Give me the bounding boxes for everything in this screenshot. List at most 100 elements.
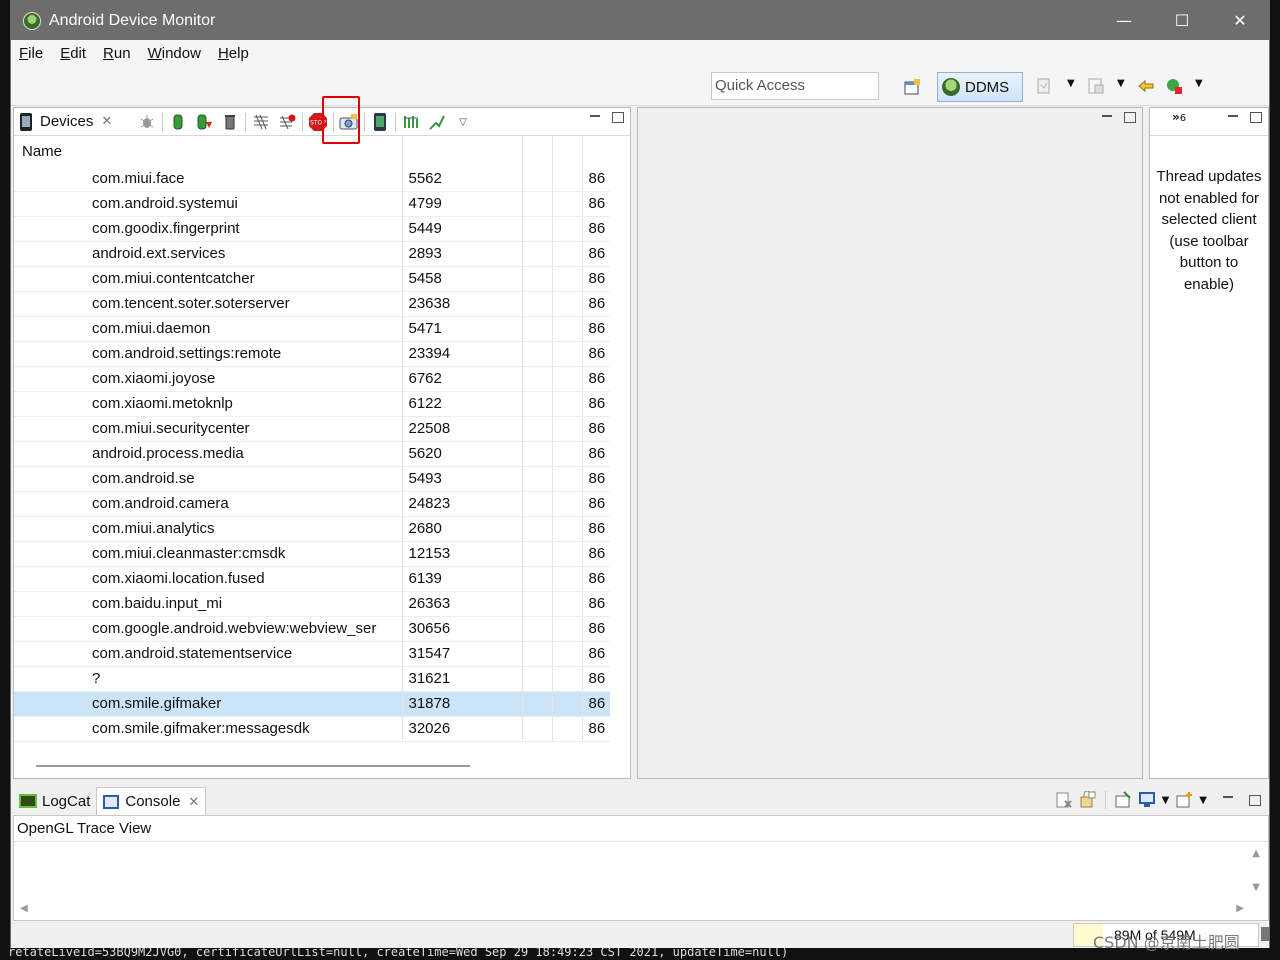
minimize-panel-icon[interactable] [588,112,602,126]
table-row[interactable]: com.miui.cleanmaster:cmsdk 12153 86 [14,541,610,567]
ddms-perspective-button[interactable]: DDMS [937,72,1023,102]
process-port: 86 [582,491,610,517]
process-port: 86 [582,416,610,442]
scroll-right-arrow[interactable]: ▶ [1236,903,1244,914]
table-row[interactable]: com.baidu.input_mi 26363 86 [14,591,610,617]
empty-cell [552,291,583,317]
table-row[interactable]: com.android.camera 24823 86 [14,491,610,517]
empty-cell [552,516,583,542]
column-header-port[interactable] [582,136,610,166]
opengl-trace-icon[interactable] [424,110,450,134]
open-console-icon[interactable] [1175,791,1193,809]
column-header-4[interactable] [552,136,583,166]
menu-file[interactable]: File [19,45,43,62]
table-row[interactable]: com.tencent.soter.soterserver 23638 86 [14,291,610,317]
maximize-detail-icon[interactable] [1124,112,1136,123]
table-row[interactable]: com.miui.contentcatcher 5458 86 [14,266,610,292]
thread-updates-message: Thread updates not enabled for selected … [1156,168,1262,293]
open-perspective-icon[interactable] [903,78,921,96]
display-console-dropdown[interactable]: ▼ [1162,795,1170,806]
open-console-dropdown[interactable]: ▼ [1199,795,1207,806]
cause-gc-icon[interactable] [217,110,243,134]
process-pid: 23394 [402,341,523,367]
table-row[interactable]: com.miui.daemon 5471 86 [14,316,610,342]
dropdown-arrow-1[interactable]: ▼ [1067,78,1075,89]
screen-capture-icon[interactable] [1035,77,1053,95]
process-name: com.xiaomi.location.fused [14,566,403,592]
table-row[interactable]: android.ext.services 2893 86 [14,241,610,267]
table-row[interactable]: com.miui.securitycenter 22508 86 [14,416,610,442]
menu-edit[interactable]: Edit [60,45,86,62]
empty-cell [522,541,553,567]
menu-run[interactable]: Run [103,45,131,62]
table-row[interactable]: ? 31621 86 [14,666,610,692]
table-row[interactable]: com.google.android.webview:webview_ser 30… [14,616,610,642]
minimize-console-icon[interactable] [1221,793,1235,807]
maximize-threads-icon[interactable] [1250,112,1262,123]
scroll-up-arrow[interactable]: ▲ [1252,848,1260,859]
title-bar[interactable]: Android Device Monitor — ☐ ✕ [11,1,1269,40]
dropdown-arrow-3[interactable]: ▼ [1195,78,1203,89]
dump-view-icon[interactable] [1087,77,1105,95]
dump-view-hierarchy-icon[interactable] [367,110,393,134]
menu-help-mnemonic: H [217,44,229,62]
scroll-lock-icon[interactable] [1079,791,1097,809]
minimize-button[interactable]: — [1095,1,1153,40]
close-window-button[interactable]: ✕ [1211,1,1269,40]
column-header-name[interactable]: Name [14,136,403,166]
table-row[interactable]: com.xiaomi.metoknlp 6122 86 [14,391,610,417]
empty-cell [552,216,583,242]
scroll-left-arrow[interactable]: ◀ [20,903,28,914]
menu-run-mnemonic: R [103,44,114,62]
table-row[interactable]: com.smile.gifmaker:messagesdk 32026 86 [14,716,610,742]
maximize-button[interactable]: ☐ [1153,1,1211,40]
back-arrow-icon[interactable] [1137,77,1155,95]
scroll-down-arrow[interactable]: ▼ [1252,882,1260,893]
devices-tab[interactable]: Devices ✕ [14,108,112,136]
table-row[interactable]: com.xiaomi.joyose 6762 86 [14,366,610,392]
table-row[interactable]: com.xiaomi.location.fused 6139 86 [14,566,610,592]
process-name: com.android.statementservice [14,641,403,667]
maximize-panel-icon[interactable] [612,112,624,123]
table-row[interactable]: com.android.se 5493 86 [14,466,610,492]
view-menu-icon[interactable]: ▽ [450,110,476,134]
menu-window[interactable]: Window [148,45,201,62]
update-threads-icon[interactable] [248,110,274,134]
table-row[interactable]: android.process.media 5620 86 [14,441,610,467]
debug-process-icon[interactable] [134,110,160,134]
maximize-console-icon[interactable] [1249,794,1261,806]
more-tabs-button[interactable]: »6 [1172,110,1186,124]
menu-help[interactable]: Help [218,45,249,62]
table-row[interactable]: com.smile.gifmaker 31878 86 [14,691,610,717]
table-row[interactable]: com.android.systemui 4799 86 [14,191,610,217]
run-debug-icon[interactable] [1165,77,1183,95]
table-row[interactable]: com.android.statementservice 31547 86 [14,641,610,667]
start-method-profiling-icon[interactable] [274,110,300,134]
watermark: CSDN @京南土肥圆 [1093,933,1240,952]
systrace-icon[interactable] [398,110,424,134]
horizontal-scrollbar[interactable] [36,765,470,767]
tab-console[interactable]: Console ✕ [96,787,207,815]
display-console-icon[interactable] [1138,791,1156,809]
table-row[interactable]: com.miui.analytics 2680 86 [14,516,610,542]
table-row[interactable]: com.miui.face 5562 86 [14,166,610,192]
tab-logcat[interactable]: LogCat [13,787,96,815]
minimize-detail-icon[interactable] [1100,112,1114,126]
quick-access-input[interactable]: Quick Access [711,72,879,100]
empty-cell [522,266,553,292]
close-console-tab-icon[interactable]: ✕ [188,794,199,810]
clear-console-icon[interactable] [1055,791,1073,809]
dropdown-arrow-2[interactable]: ▼ [1117,78,1125,89]
empty-cell [522,316,553,342]
column-header-pid[interactable] [402,136,523,166]
table-row[interactable]: com.goodix.fingerprint 5449 86 [14,216,610,242]
dump-hprof-icon[interactable] [191,110,217,134]
run-gc-icon[interactable] [1261,927,1269,941]
minimize-threads-icon[interactable] [1226,112,1240,126]
pin-console-icon[interactable] [1114,791,1132,809]
console-area[interactable]: OpenGL Trace View ▲ ▼ ◀ ▶ [13,815,1269,921]
table-row[interactable]: com.android.settings:remote 23394 86 [14,341,610,367]
close-tab-icon[interactable]: ✕ [101,114,112,129]
update-heap-icon[interactable] [165,110,191,134]
column-header-3[interactable] [522,136,553,166]
